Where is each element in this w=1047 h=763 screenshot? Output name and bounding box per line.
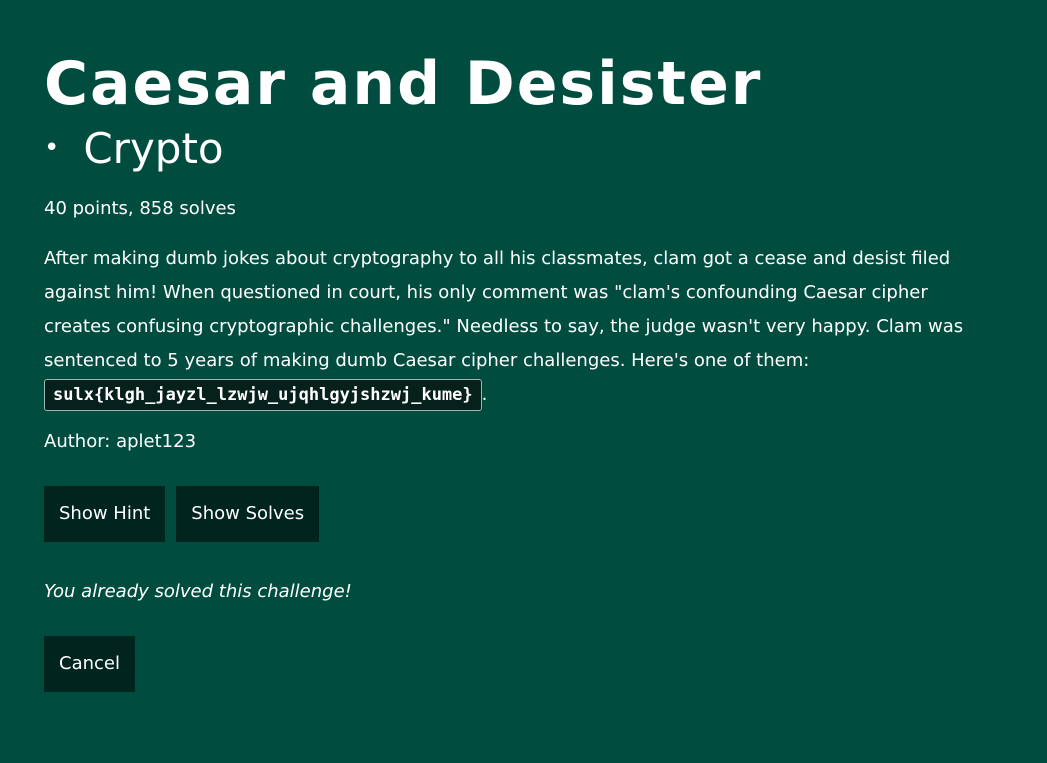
cancel-button[interactable]: Cancel: [44, 635, 135, 692]
author-line: Author: aplet123: [44, 430, 197, 452]
description-text: After making dumb jokes about cryptograp…: [44, 247, 964, 371]
challenge-title: Caesar and Desister: [44, 49, 763, 119]
solved-message: You already solved this challenge!: [44, 580, 352, 602]
challenge-category: Crypto: [83, 124, 224, 173]
bullet-icon: •: [44, 132, 60, 163]
action-buttons: Show Hint Show Solves: [44, 485, 1003, 542]
cancel-wrap: Cancel: [44, 635, 1003, 692]
cipher-text-code: sulx{klgh_jayzl_lzwjw_ujqhlgyjshzwj_kume…: [44, 378, 482, 411]
challenge-panel: Caesar and Desister • Crypto 40 points, 8…: [0, 0, 1047, 763]
flag-suffix: .: [481, 383, 488, 405]
points-solves: 40 points, 858 solves: [44, 197, 236, 219]
challenge-description: After making dumb jokes about cryptograp…: [44, 242, 994, 412]
category-line: • Crypto: [44, 124, 1003, 177]
show-hint-button[interactable]: Show Hint: [44, 485, 166, 542]
show-solves-button[interactable]: Show Solves: [176, 485, 320, 542]
